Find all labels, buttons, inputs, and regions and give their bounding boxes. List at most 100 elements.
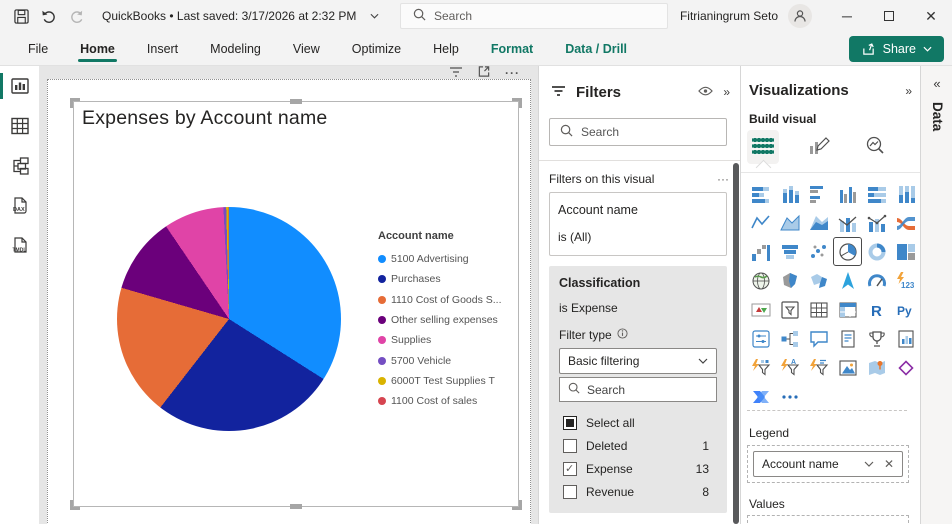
visual-icon-gauge[interactable] [862,266,891,295]
visual-icon-line-and-clustered-column-chart[interactable] [862,208,891,237]
ribbon-tab-optimize[interactable]: Optimize [338,32,415,65]
analytics-tab[interactable] [859,130,891,164]
visual-icon-area-chart[interactable] [775,208,804,237]
visual-icon-list-slicer[interactable] [804,353,833,382]
visual-icon-pie-chart[interactable] [833,237,862,266]
visual-icon-power-automate[interactable] [746,382,775,411]
build-visual-tab[interactable] [747,130,779,164]
visual-icon-azure-map[interactable] [833,266,862,295]
visual-icon-filled-map[interactable] [775,266,804,295]
ribbon-tab-help[interactable]: Help [419,32,473,65]
ribbon-tab-format[interactable]: Format [477,32,547,65]
legend-item-purchases[interactable]: Purchases [378,269,516,289]
visual-icon-clustered-bar-chart[interactable] [804,179,833,208]
model-view-icon[interactable] [0,146,40,186]
checkbox-revenue[interactable] [563,484,577,499]
filter-option-select-all[interactable]: Select all [559,411,717,434]
visual-icon-100-stacked-bar-chart[interactable] [862,179,891,208]
visual-filter-icon[interactable] [449,66,463,81]
visual-icon-matrix[interactable] [833,295,862,324]
title-chevron-icon[interactable] [370,11,379,21]
remove-field-icon[interactable]: ✕ [884,457,894,471]
filter-option-revenue[interactable]: Revenue 8 [559,480,717,503]
visual-icon-more-visuals[interactable] [775,382,804,411]
visual-icon-paginated-report[interactable] [891,324,920,353]
legend-item-1100-cost-of-sales[interactable]: 1100 Cost of sales [378,391,516,411]
ribbon-tab-insert[interactable]: Insert [133,32,192,65]
eye-icon[interactable] [698,85,714,99]
visual-icon-python-visual[interactable]: Py [891,295,920,324]
more-options-icon[interactable]: ··· [505,66,520,80]
visual-icon-arcgis-map[interactable] [862,353,891,382]
legend-item-other-selling-expenses[interactable]: Other selling expenses [378,310,516,330]
visual-icon-waterfall-chart[interactable] [746,237,775,266]
visual-icon-table[interactable] [804,295,833,324]
visual-icon-metrics[interactable] [862,324,891,353]
visual-icon-text-slicer[interactable]: A [775,353,804,382]
ribbon-tab-data-drill[interactable]: Data / Drill [551,32,641,65]
visual-icon-r-script-visual[interactable]: R [862,295,891,324]
visual-icon-map[interactable] [746,266,775,295]
close-button[interactable]: ✕ [910,0,952,32]
visual-icon-smart-narrative[interactable] [833,324,862,353]
visual-icon-line-and-stacked-column-chart[interactable] [833,208,862,237]
pie-chart[interactable] [117,207,341,431]
legend-item-6000t-test-supplies-t[interactable]: 6000T Test Supplies T [378,371,516,391]
visual-icon-funnel-chart[interactable] [775,237,804,266]
table-view-icon[interactable] [0,106,40,146]
visual-icon-new-slicer[interactable] [746,324,775,353]
tmdl-view-icon[interactable]: TMDL [0,226,40,266]
focus-mode-icon[interactable] [477,65,491,81]
redo-icon[interactable] [68,7,86,25]
minimize-button[interactable]: ─ [826,0,868,32]
resize-handle[interactable] [290,504,302,509]
visual-icon-stacked-column-chart[interactable] [775,179,804,208]
ribbon-tab-view[interactable]: View [279,32,334,65]
filter-values-search-box[interactable]: Search [559,377,717,402]
filter-card-account-name[interactable]: Account name is (All) [549,192,727,256]
pie-chart-visual[interactable]: Expenses by Account name Account name 51… [70,98,522,510]
visual-icon-q-and-a[interactable] [804,324,833,353]
resize-handle[interactable] [70,98,80,108]
legend-item-5100-advertising[interactable]: 5100 Advertising [378,249,516,269]
undo-icon[interactable] [40,7,58,25]
visual-icon-stacked-bar-chart[interactable] [746,179,775,208]
filters-search-box[interactable]: Search [549,118,727,146]
resize-handle[interactable] [512,98,522,108]
expand-pane-icon[interactable]: « [921,76,952,91]
checkbox-select-all[interactable] [563,415,577,430]
filters-scrollbar[interactable] [733,163,739,524]
report-page[interactable]: ··· Expenses by Account name Account nam… [47,66,531,524]
legend-field-pill[interactable]: Account name ✕ [753,451,903,477]
filter-option-expense[interactable]: Expense13 [559,457,717,480]
ribbon-tab-home[interactable]: Home [66,32,129,65]
visual-icon-100-stacked-column-chart[interactable] [891,179,920,208]
filter-card-classification[interactable]: Classification is Expense Filter type Ba… [549,266,727,513]
checkbox-expense[interactable] [563,461,577,476]
format-visual-tab[interactable] [803,130,835,164]
values-field-well[interactable] [747,515,909,524]
visual-icon-shape-map[interactable] [804,266,833,295]
legend-item-supplies[interactable]: Supplies [378,330,516,350]
data-pane-collapsed[interactable]: « Data [920,66,952,524]
visual-icon-slicer[interactable] [775,295,804,324]
dax-query-view-icon[interactable]: DAX [0,186,40,226]
visual-icon-ribbon-chart[interactable] [891,208,920,237]
visual-icon-line-chart[interactable] [746,208,775,237]
visual-icon-card[interactable]: 123 [891,266,920,295]
legend-item-5700-vehicle[interactable]: 5700 Vehicle [378,350,516,370]
visual-icon-donut-chart[interactable] [862,237,891,266]
legend-field-well[interactable]: Account name ✕ [747,445,909,483]
resize-handle[interactable] [290,99,302,104]
visual-icon-power-apps[interactable] [891,353,920,382]
visual-icon-scatter-chart[interactable] [804,237,833,266]
section-more-options-icon[interactable]: ··· [717,172,729,186]
legend-item-1110-cost-of-goods-s[interactable]: 1110 Cost of Goods S... [378,290,516,310]
share-button[interactable]: Share [848,36,944,62]
collapse-pane-icon[interactable]: » [723,85,730,99]
maximize-button[interactable] [868,0,910,32]
document-title[interactable]: QuickBooks • Last saved: 3/17/2026 at 2:… [102,9,356,23]
ribbon-tab-file[interactable]: File [14,32,62,65]
filter-option-deleted[interactable]: Deleted 1 [559,434,717,457]
visual-icon-clustered-column-chart[interactable] [833,179,862,208]
